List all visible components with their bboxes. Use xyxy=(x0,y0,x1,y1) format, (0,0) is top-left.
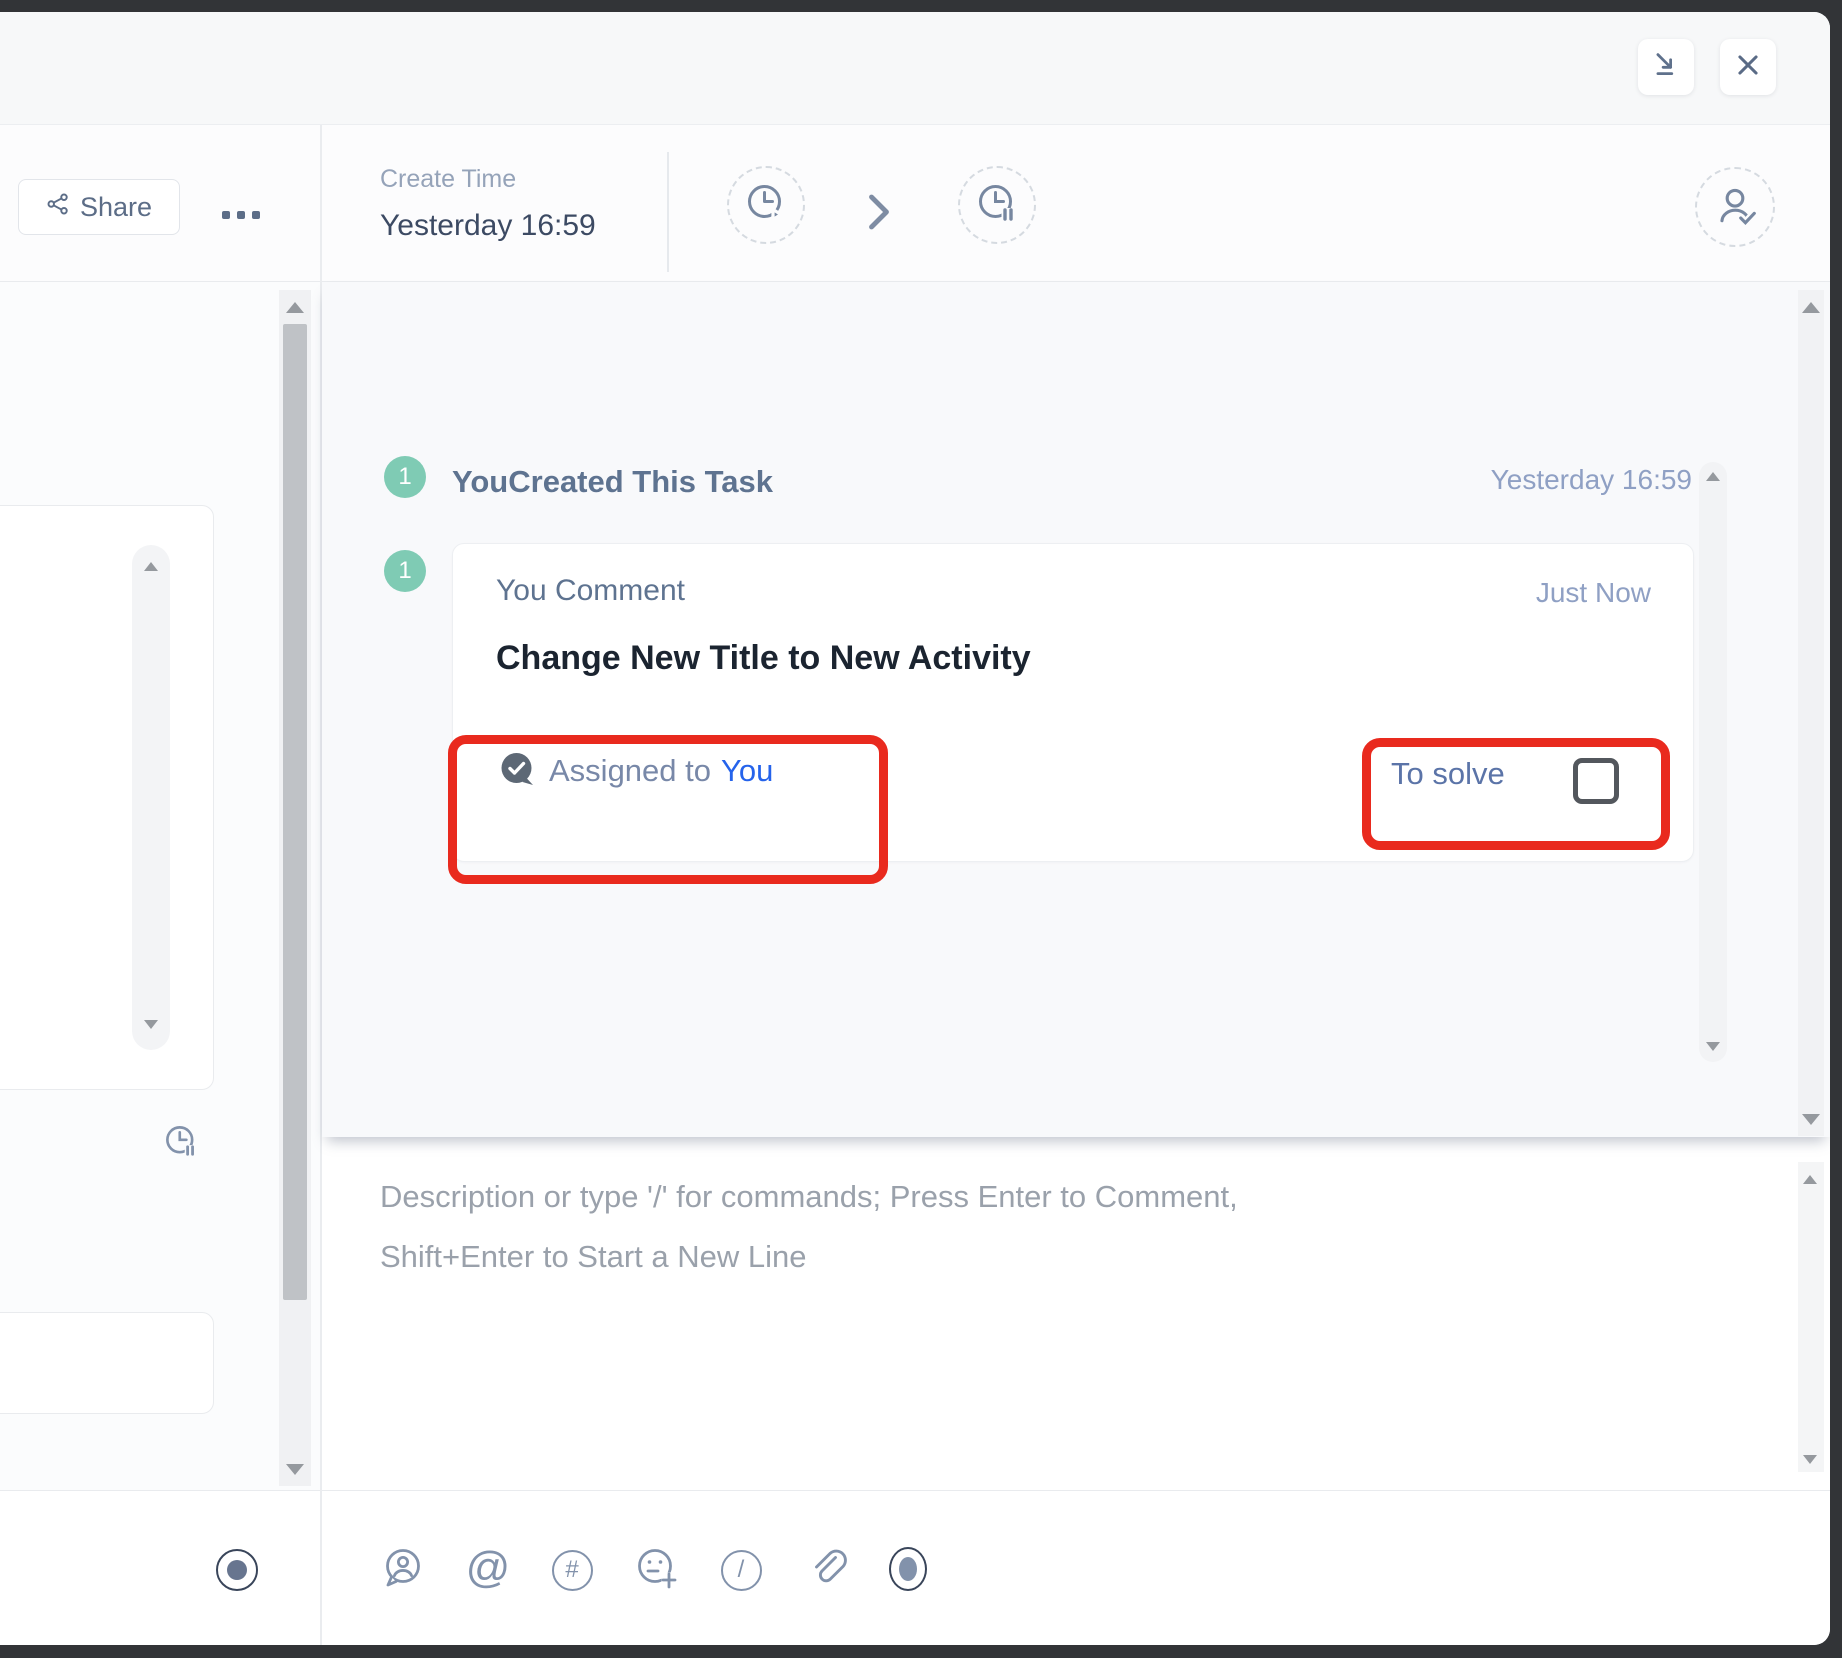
clock-end-icon xyxy=(974,180,1020,231)
emoji-add-icon xyxy=(634,1545,680,1596)
start-time-picker[interactable] xyxy=(727,166,805,244)
end-time-picker[interactable] xyxy=(958,166,1036,244)
activity-item-avatar: 1 xyxy=(384,456,426,498)
left-card-scroll-up[interactable] xyxy=(144,562,158,571)
topic-button[interactable]: # xyxy=(550,1548,594,1592)
activity-scrollbar[interactable] xyxy=(1699,462,1727,1062)
description-scroll-up[interactable] xyxy=(1803,1175,1817,1184)
comment-avatar: 1 xyxy=(384,550,426,592)
assigned-row: Assigned to You xyxy=(549,753,773,789)
at-mention-button[interactable]: @ xyxy=(466,1546,510,1590)
description-scroll-down[interactable] xyxy=(1803,1455,1817,1464)
assigned-user-link[interactable]: You xyxy=(721,753,773,788)
hash-icon: # xyxy=(552,1550,593,1591)
right-scroll-down[interactable] xyxy=(1802,1114,1820,1125)
record-icon xyxy=(227,1560,247,1580)
left-card-scrollbar[interactable] xyxy=(132,545,170,1050)
close-button[interactable] xyxy=(1720,39,1776,95)
comment-header: You Comment xyxy=(496,574,685,608)
arrow-right-icon xyxy=(864,190,894,239)
assignee-picker[interactable] xyxy=(1695,167,1775,247)
slash-command-icon: / xyxy=(721,1550,762,1591)
share-label: Share xyxy=(80,192,152,223)
clock-start-icon xyxy=(743,180,789,231)
left-panel-scroll-thumb[interactable] xyxy=(283,324,307,1300)
collapse-icon xyxy=(1651,50,1681,85)
left-panel-box xyxy=(0,1312,214,1414)
description-placeholder-line1: Description or type '/' for commands; Pr… xyxy=(380,1179,1238,1215)
attachment-icon xyxy=(803,1545,849,1596)
collapse-button[interactable] xyxy=(1638,39,1694,95)
ellipsis-icon xyxy=(222,211,230,219)
to-solve-checkbox[interactable] xyxy=(1573,758,1619,804)
modal-header xyxy=(0,12,1830,125)
clock-pause-icon[interactable] xyxy=(162,1122,200,1165)
create-time-value: Yesterday 16:59 xyxy=(380,209,596,243)
left-card-scroll-down[interactable] xyxy=(144,1020,158,1029)
description-scrollbar[interactable] xyxy=(1798,1162,1824,1472)
left-panel-card xyxy=(0,505,214,1090)
comment-time: Just Now xyxy=(1536,577,1651,609)
share-icon xyxy=(46,192,70,223)
emoji-button[interactable] xyxy=(635,1548,679,1592)
comment-check-icon xyxy=(498,750,536,793)
assignee-picker-icon xyxy=(1711,181,1759,234)
record-button[interactable] xyxy=(216,1549,258,1591)
activity-item-time: Yesterday 16:59 xyxy=(1360,464,1692,496)
activity-item-text: YouCreated This Task xyxy=(452,464,773,500)
activity-scroll-up[interactable] xyxy=(1706,472,1720,481)
to-solve-label: To solve xyxy=(1391,756,1505,792)
share-button[interactable]: Share xyxy=(18,179,180,235)
at-icon: @ xyxy=(466,1546,511,1590)
left-panel-scroll-up[interactable] xyxy=(286,302,304,313)
mention-person-button[interactable] xyxy=(381,1548,425,1592)
right-scrollbar[interactable] xyxy=(1798,290,1824,1136)
task-detail-modal: Share Create Time Yesterday 16:59 xyxy=(0,12,1830,1645)
more-actions-button[interactable] xyxy=(222,211,260,219)
close-icon xyxy=(1733,50,1763,85)
task-toolbar xyxy=(0,125,1830,282)
mention-person-icon xyxy=(380,1545,426,1596)
comment-body: Change New Title to New Activity xyxy=(496,639,1031,678)
attachment-button[interactable] xyxy=(804,1548,848,1592)
bottom-divider xyxy=(320,1490,322,1645)
right-scroll-up[interactable] xyxy=(1802,302,1820,313)
assigned-prefix: Assigned to xyxy=(549,753,711,788)
toolbar-divider xyxy=(667,152,669,272)
slash-command-button[interactable]: / xyxy=(719,1548,763,1592)
create-time-label: Create Time xyxy=(380,165,516,194)
description-placeholder-line2: Shift+Enter to Start a New Line xyxy=(380,1239,806,1275)
activity-scroll-down[interactable] xyxy=(1706,1042,1720,1051)
left-panel-scroll-down[interactable] xyxy=(286,1464,304,1475)
record-dot-icon xyxy=(899,1557,917,1581)
comment-card: You Comment Just Now Change New Title to… xyxy=(452,543,1694,862)
record-dot-button[interactable] xyxy=(889,1547,927,1591)
description-input[interactable]: Description or type '/' for commands; Pr… xyxy=(322,1137,1830,1490)
